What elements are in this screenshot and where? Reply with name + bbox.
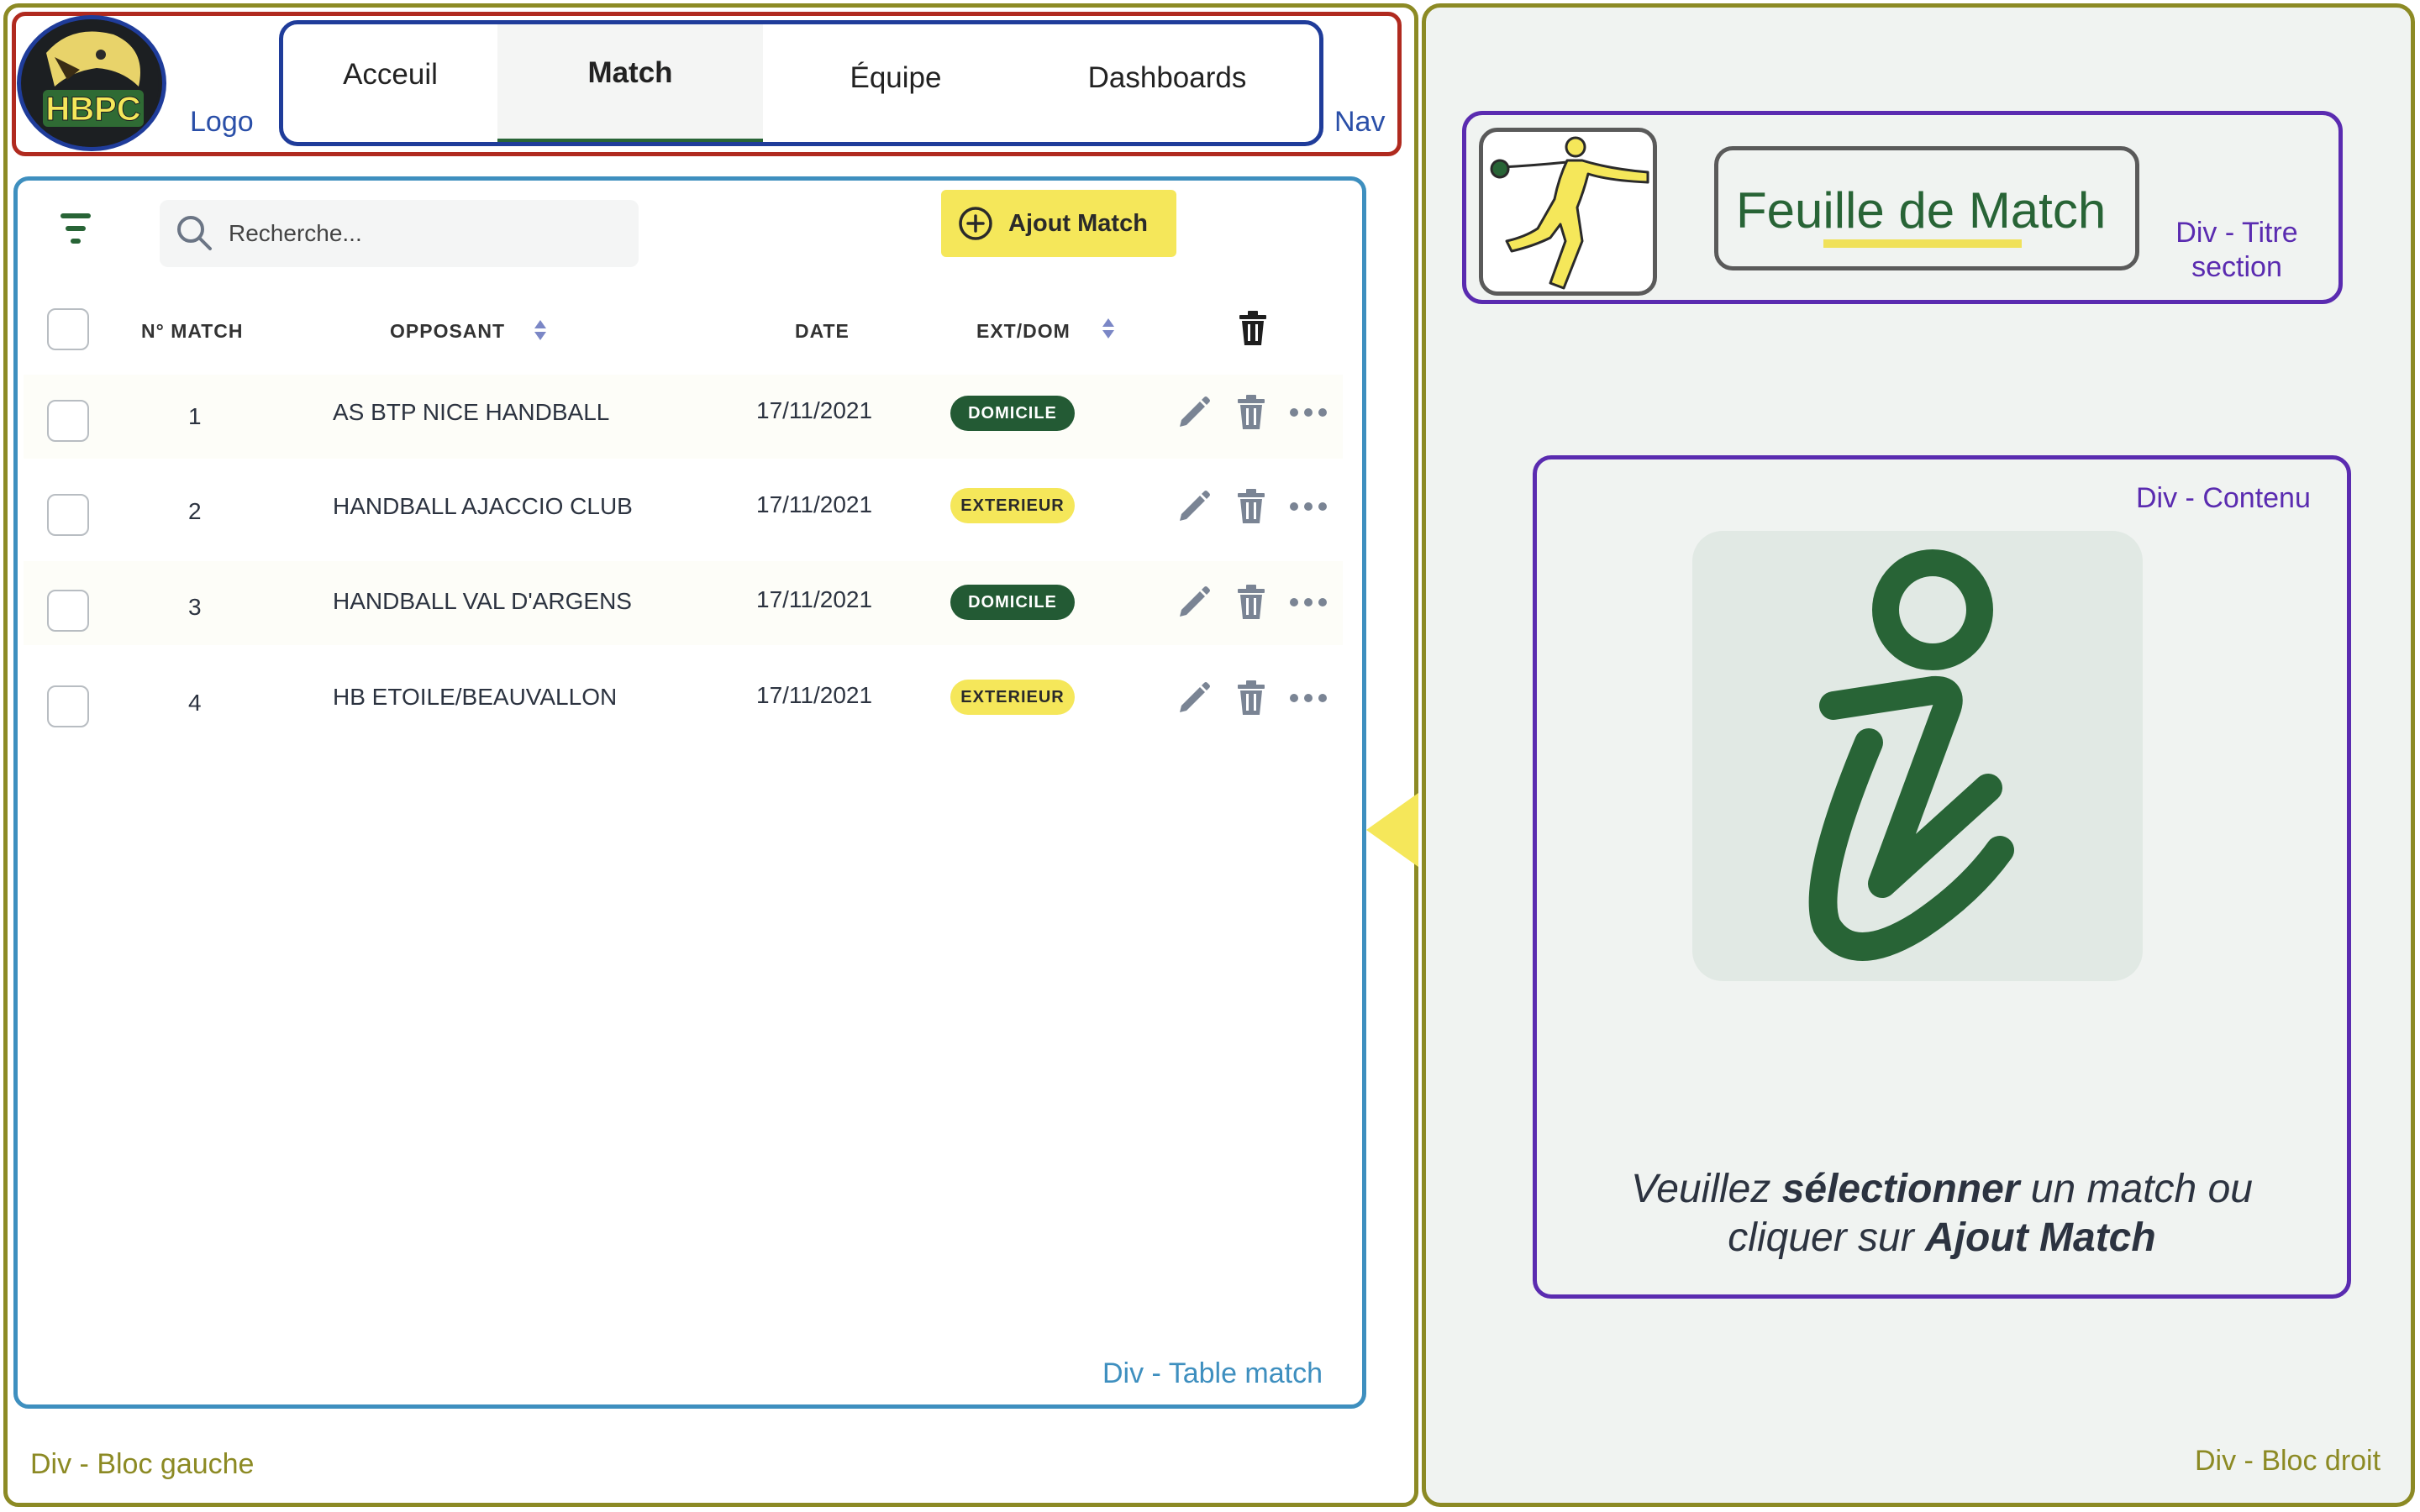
table-row[interactable]	[24, 375, 1343, 459]
table-row[interactable]	[24, 467, 1343, 551]
annotation-table: Div - Table match	[1102, 1357, 1323, 1389]
opponent-name: HB ETOILE/BEAUVALLON	[333, 684, 618, 710]
opponent-name: HANDBALL AJACCIO CLUB	[333, 493, 633, 519]
selection-arrow	[1366, 793, 1418, 867]
msg-text: Veuillez	[1631, 1167, 1782, 1211]
club-logo[interactable]: HBPC	[17, 15, 166, 151]
match-date: 17/11/2021	[756, 682, 873, 708]
header-date: DATE	[795, 320, 850, 342]
more-icon[interactable]	[1289, 407, 1328, 423]
tab-label: Match	[587, 56, 673, 89]
status-badge: EXTERIEUR	[950, 680, 1075, 715]
add-match-label: Ajout Match	[1008, 210, 1148, 237]
header-ext-dom: EXT/DOM	[976, 320, 1071, 342]
match-number: 4	[188, 690, 202, 716]
match-number: 1	[188, 403, 202, 429]
search-placeholder: Recherche...	[229, 220, 362, 246]
annotation-contenu: Div - Contenu	[2136, 482, 2311, 514]
pencil-icon[interactable]	[1176, 680, 1212, 720]
header-match-number: N° MATCH	[141, 320, 244, 342]
match-date: 17/11/2021	[756, 491, 873, 517]
instruction-line-1: Veuillez sélectionner un match ou	[1538, 1166, 2346, 1212]
annotation-titre-line1: Div - Titre	[2175, 217, 2298, 249]
tab-dashboards[interactable]: Dashboards	[1028, 24, 1306, 142]
tab-equipe[interactable]: Équipe	[763, 24, 1028, 142]
select-all-checkbox[interactable]	[47, 308, 89, 350]
more-icon[interactable]	[1289, 596, 1328, 612]
tab-label: Dashboards	[1087, 61, 1247, 94]
pencil-icon[interactable]	[1176, 489, 1212, 528]
status-badge: EXTERIEUR	[950, 488, 1075, 523]
annotation-titre-line2: section	[2191, 251, 2282, 283]
annotation-bloc-droit: Div - Bloc droit	[2195, 1445, 2381, 1477]
msg-text: cliquer sur	[1728, 1215, 1926, 1260]
active-tab-indicator	[497, 139, 763, 142]
table-row[interactable]	[24, 657, 1343, 741]
plus-circle-icon	[958, 206, 993, 245]
handball-player-icon	[1479, 128, 1657, 296]
instruction-line-2: cliquer sur Ajout Match	[1538, 1215, 2346, 1261]
pencil-icon[interactable]	[1176, 395, 1212, 434]
sort-icon[interactable]	[1101, 318, 1116, 344]
delete-all-trash-icon[interactable]	[1239, 311, 1267, 350]
msg-text: un match ou	[2019, 1167, 2253, 1211]
tab-label: Acceuil	[343, 58, 438, 91]
match-number: 3	[188, 594, 202, 620]
status-badge: DOMICILE	[950, 396, 1075, 431]
more-icon[interactable]	[1289, 692, 1328, 708]
trash-icon[interactable]	[1237, 489, 1265, 528]
annotation-logo: Logo	[190, 106, 254, 138]
msg-bold-select: sélectionner	[1781, 1167, 2020, 1211]
info-icon	[1808, 549, 2014, 961]
pencil-icon[interactable]	[1176, 585, 1212, 624]
main-nav: Acceuil Match Équipe Dashboards	[279, 20, 1323, 146]
annotation-titre: Div - Titre section	[2171, 217, 2302, 284]
msg-bold-add: Ajout Match	[1925, 1215, 2156, 1260]
match-date: 17/11/2021	[756, 397, 873, 423]
filter-icon[interactable]	[59, 212, 92, 253]
status-badge: DOMICILE	[950, 585, 1075, 620]
more-icon[interactable]	[1289, 501, 1328, 517]
tab-label: Équipe	[850, 61, 942, 94]
search-icon	[175, 213, 213, 256]
row-checkbox[interactable]	[47, 685, 89, 727]
match-date: 17/11/2021	[756, 586, 873, 612]
header-opponent: OPPOSANT	[390, 320, 506, 342]
annotation-bloc-gauche: Div - Bloc gauche	[30, 1448, 255, 1480]
info-icon-card	[1692, 531, 2143, 981]
title-underline	[1823, 239, 2022, 248]
trash-icon[interactable]	[1237, 585, 1265, 624]
tab-acceuil[interactable]: Acceuil	[283, 24, 497, 142]
row-checkbox[interactable]	[47, 494, 89, 536]
tab-match[interactable]: Match	[497, 24, 763, 142]
logo-text: HBPC	[45, 91, 140, 128]
opponent-name: AS BTP NICE HANDBALL	[333, 399, 610, 425]
opponent-name: HANDBALL VAL D'ARGENS	[333, 588, 632, 614]
trash-icon[interactable]	[1237, 680, 1265, 720]
page-title: Feuille de Match	[1736, 182, 2107, 239]
sort-icon[interactable]	[533, 319, 548, 345]
table-row[interactable]	[24, 561, 1343, 645]
row-checkbox[interactable]	[47, 400, 89, 442]
match-number: 2	[188, 498, 202, 524]
table-match-container	[13, 176, 1366, 1409]
trash-icon[interactable]	[1237, 395, 1265, 434]
row-checkbox[interactable]	[47, 590, 89, 632]
annotation-nav: Nav	[1334, 106, 1386, 138]
